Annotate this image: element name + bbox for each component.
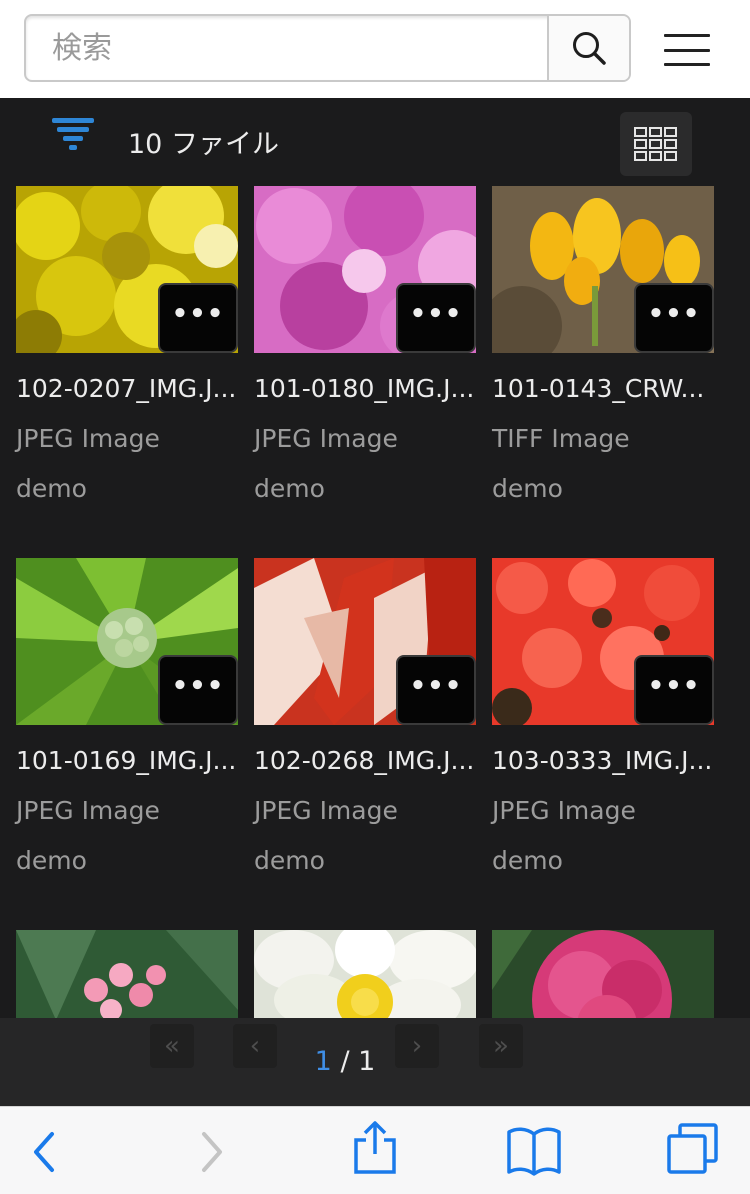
grid-view-button[interactable] [620, 112, 692, 176]
more-options-button[interactable]: ••• [634, 655, 714, 725]
file-owner: demo [492, 846, 563, 875]
more-options-button[interactable]: ••• [158, 655, 238, 725]
share-icon[interactable] [352, 1120, 398, 1176]
search-icon [573, 32, 606, 65]
total-pages: 1 [358, 1046, 376, 1077]
hamburger-menu-icon[interactable] [664, 30, 710, 70]
last-page-button[interactable]: » [479, 1024, 523, 1068]
file-type: TIFF Image [492, 424, 630, 453]
file-name[interactable]: 101-0143_CRW... [492, 374, 714, 403]
page-indicator: 1 / 1 [300, 1046, 390, 1077]
next-page-button[interactable]: › [395, 1024, 439, 1068]
file-name[interactable]: 102-0207_IMG.J... [16, 374, 238, 403]
file-name[interactable]: 102-0268_IMG.J... [254, 746, 476, 775]
more-options-button[interactable]: ••• [634, 283, 714, 353]
more-options-button[interactable]: ••• [396, 655, 476, 725]
file-type: JPEG Image [254, 424, 398, 453]
app-root: 10 ファイル ••• 102-0207_IMG.J... JPEG Image… [0, 0, 750, 1194]
current-page: 1 [314, 1046, 332, 1077]
forward-chevron-icon[interactable] [194, 1128, 228, 1176]
file-owner: demo [492, 474, 563, 503]
file-type: JPEG Image [254, 796, 398, 825]
page-separator: / [331, 1046, 359, 1077]
first-page-button[interactable]: « [150, 1024, 194, 1068]
file-owner: demo [254, 474, 325, 503]
file-owner: demo [16, 846, 87, 875]
more-options-button[interactable]: ••• [158, 283, 238, 353]
bookmarks-icon[interactable] [506, 1126, 562, 1176]
file-type: JPEG Image [492, 796, 636, 825]
file-name[interactable]: 101-0180_IMG.J... [254, 374, 476, 403]
file-type: JPEG Image [16, 796, 160, 825]
file-name[interactable]: 103-0333_IMG.J... [492, 746, 714, 775]
file-type: JPEG Image [16, 424, 160, 453]
file-owner: demo [254, 846, 325, 875]
previous-page-button[interactable]: ‹ [233, 1024, 277, 1068]
search-header [0, 0, 750, 98]
search-input[interactable] [26, 16, 547, 80]
filter-icon[interactable] [52, 118, 94, 154]
search-box [24, 14, 631, 82]
file-name[interactable]: 101-0169_IMG.J... [16, 746, 238, 775]
file-count: 10 ファイル [128, 129, 279, 160]
search-button[interactable] [547, 16, 629, 80]
more-options-button[interactable]: ••• [396, 283, 476, 353]
file-owner: demo [16, 474, 87, 503]
back-chevron-icon[interactable] [28, 1128, 62, 1176]
tabs-icon[interactable] [666, 1122, 720, 1176]
grid-view-icon [634, 127, 677, 161]
